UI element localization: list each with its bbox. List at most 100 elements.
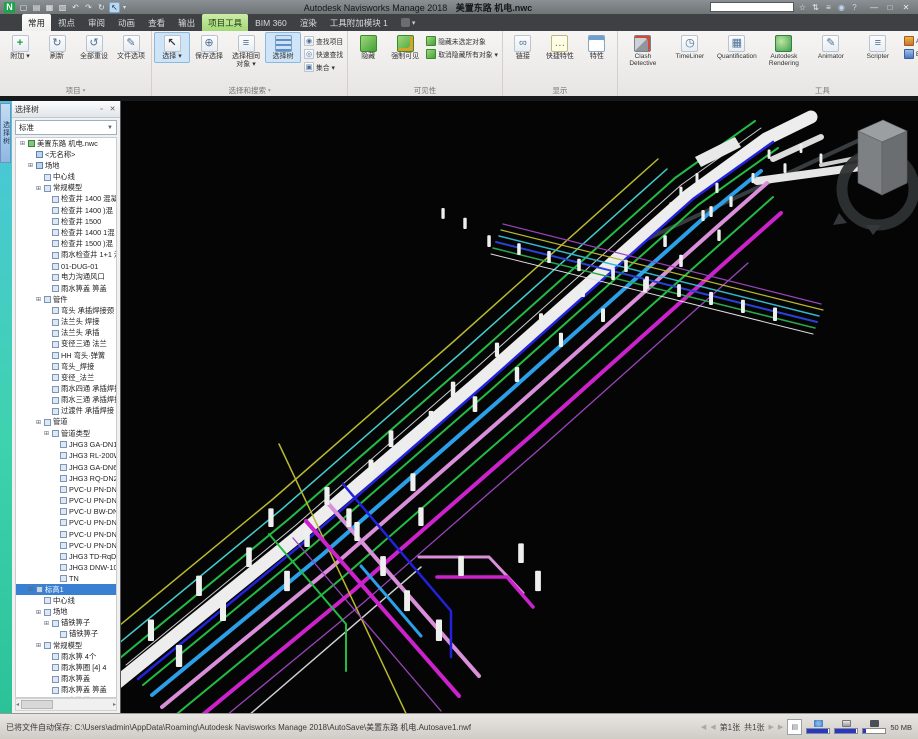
tree-horizontal-scrollbar[interactable]: ◂ ▸ bbox=[15, 698, 117, 711]
clash-detective-button[interactable]: Clash Detective bbox=[620, 32, 666, 70]
tree-item[interactable]: 法兰头 焊接 bbox=[16, 317, 116, 328]
tree-item[interactable]: 检查井 1400 )混 bbox=[16, 205, 116, 216]
tree-item[interactable]: PVC-U PN-DN250 bbox=[16, 540, 116, 551]
scrollbar-thumb[interactable] bbox=[21, 700, 53, 709]
unhide-all-button[interactable]: 取消隐藏所有对象 ▾ bbox=[426, 49, 498, 59]
tree-item[interactable]: 电力沟通风口 bbox=[16, 272, 116, 283]
tab-6[interactable]: 输出 bbox=[172, 14, 201, 31]
tree-item[interactable]: <无名称> bbox=[16, 149, 116, 160]
tab-9[interactable]: 渲染 bbox=[294, 14, 323, 31]
require-button[interactable]: 强制可见 bbox=[387, 32, 423, 63]
scroll-left-icon[interactable]: ◂ bbox=[16, 701, 19, 708]
tab-10[interactable]: 工具附加模块 1 bbox=[324, 14, 394, 31]
sheet-browser-button[interactable]: ▤ bbox=[787, 719, 802, 735]
tab-2[interactable]: 视点 bbox=[52, 14, 81, 31]
tab-7[interactable]: 项目工具 bbox=[202, 14, 248, 31]
save-icon[interactable]: ▦ bbox=[44, 2, 55, 13]
batch-utility-button[interactable]: Batch Utility bbox=[904, 49, 918, 59]
expand-icon[interactable]: ⊞ bbox=[35, 419, 42, 426]
search-input[interactable] bbox=[710, 2, 794, 12]
quick-properties-button[interactable]: …快捷特性 bbox=[542, 32, 578, 63]
selection-tree-button[interactable]: 选择树 bbox=[265, 32, 301, 63]
tree-item[interactable]: ⊞常规模型 bbox=[16, 183, 116, 194]
expand-icon[interactable]: ⊞ bbox=[35, 296, 42, 303]
expand-icon[interactable]: ⊞ bbox=[27, 162, 34, 169]
tree-item[interactable]: 法兰头 承插 bbox=[16, 328, 116, 339]
find-items-button[interactable]: ◉查找项目 bbox=[304, 36, 343, 46]
tree-item[interactable]: PVC-U PN-DN800 bbox=[16, 517, 116, 528]
qat-caret-icon[interactable]: ▾ bbox=[123, 4, 126, 11]
tree-item[interactable]: 检查井 1400 1混 bbox=[16, 227, 116, 238]
tab-5[interactable]: 查看 bbox=[142, 14, 171, 31]
tree-item[interactable]: JHG3 RQ-DN200 bbox=[16, 473, 116, 484]
quantification-button[interactable]: ▦Quantification bbox=[714, 32, 760, 62]
tree-item[interactable]: JHG3 RL-200W bbox=[16, 450, 116, 461]
tree-item[interactable]: 雨水四通 承插焊接 bbox=[16, 383, 116, 394]
tree-item[interactable]: 雨水检查井 1+1 混 bbox=[16, 250, 116, 261]
animator-button[interactable]: ✎Animator bbox=[808, 32, 854, 62]
hide-button[interactable]: 隐藏 bbox=[350, 32, 386, 63]
first-sheet-icon[interactable]: ◀ bbox=[701, 723, 706, 731]
tab-8[interactable]: BIM 360 bbox=[249, 14, 293, 31]
tree-item[interactable]: PVC-U BW-DN500 bbox=[16, 506, 116, 517]
expand-icon[interactable]: ⊞ bbox=[35, 609, 42, 616]
tree-item[interactable]: ⊞美置东路 机电.nwc bbox=[16, 138, 116, 149]
tree-item[interactable]: 雨水箅盖 箅盖 bbox=[16, 283, 116, 294]
tree-item[interactable]: JHG3 TD-RqDN bbox=[16, 551, 116, 562]
scroll-right-icon[interactable]: ▸ bbox=[113, 701, 116, 708]
tree-item[interactable]: PVC-U PN-DN600 bbox=[16, 495, 116, 506]
expand-icon[interactable]: ⊞ bbox=[43, 430, 50, 437]
selection-tree-vertical-tab[interactable]: 选择树 bbox=[0, 103, 11, 163]
append-button[interactable]: +附加 ▾ bbox=[2, 32, 38, 63]
tab-4[interactable]: 动画 bbox=[112, 14, 141, 31]
tree-item[interactable]: 检查井 1500 bbox=[16, 216, 116, 227]
tab-1[interactable]: 常用 bbox=[22, 14, 51, 31]
scripter-button[interactable]: ≡Scripter bbox=[855, 32, 901, 62]
restore-button[interactable]: □ bbox=[882, 1, 898, 13]
tree-item[interactable]: HH 弯头·弹簧 bbox=[16, 350, 116, 361]
group-label-项目[interactable]: 项目▾ bbox=[2, 85, 149, 96]
tree-item[interactable]: 雨水箅盖 箅盖 bbox=[16, 685, 116, 696]
ribbon-options-button[interactable]: ▾ bbox=[395, 14, 422, 31]
favorites-icon[interactable]: ☆ bbox=[797, 2, 808, 13]
tree-item[interactable]: ⊞管件 bbox=[16, 294, 116, 305]
next-sheet-icon[interactable]: ▶ bbox=[769, 723, 774, 731]
tree-item[interactable]: ⊞管道类型 bbox=[16, 428, 116, 439]
hide-unselected-button[interactable]: 隐藏未选定对象 bbox=[426, 36, 498, 46]
expand-icon[interactable]: ⊞ bbox=[35, 642, 42, 649]
tree-item[interactable]: TN bbox=[16, 573, 116, 584]
refresh-button[interactable]: ↻刷新 bbox=[39, 32, 75, 63]
select-icon[interactable]: ↖ bbox=[109, 2, 120, 13]
tree-item[interactable]: 变径三通 法兰 bbox=[16, 339, 116, 350]
tree-item[interactable]: 01-DUG-01 bbox=[16, 261, 116, 272]
tree-item[interactable]: 检查井 1500 )混 bbox=[16, 238, 116, 249]
appearance-profiler-button[interactable]: Appearance Profiler bbox=[904, 36, 918, 46]
help-icon[interactable]: ? bbox=[849, 2, 860, 13]
undo-icon[interactable]: ↶ bbox=[70, 2, 81, 13]
tree-item[interactable]: 弯头 承插焊接颈 bbox=[16, 305, 116, 316]
tree-item[interactable]: ⊞场地 bbox=[16, 160, 116, 171]
prev-sheet-icon[interactable]: ◀ bbox=[710, 723, 715, 731]
expand-icon[interactable]: ⊞ bbox=[43, 620, 50, 627]
file-options-button[interactable]: ✎文件选项 bbox=[113, 32, 149, 63]
tree-item[interactable]: ⊞场地 bbox=[16, 607, 116, 618]
tree-item[interactable]: JHG3 GA-DN600 bbox=[16, 462, 116, 473]
a360-icon[interactable]: ◉ bbox=[836, 2, 847, 13]
tree-item[interactable]: 雨水箅盖 bbox=[16, 674, 116, 685]
tree-item[interactable]: 检查井 1400 混凝 bbox=[16, 194, 116, 205]
redo-icon[interactable]: ↷ bbox=[83, 2, 94, 13]
tree-item[interactable]: 变径_法兰 bbox=[16, 372, 116, 383]
panel-close-icon[interactable]: ✕ bbox=[108, 105, 117, 113]
sets-button[interactable]: ▣集合 ▾ bbox=[304, 62, 343, 72]
refresh-icon[interactable]: ↻ bbox=[96, 2, 107, 13]
tree-item[interactable]: 锚铁箅子 bbox=[16, 629, 116, 640]
expand-icon[interactable]: ⊞ bbox=[19, 140, 26, 147]
tree-item[interactable]: JHG3 GA-DN150 bbox=[16, 439, 116, 450]
timeliner-button[interactable]: ◷TimeLiner bbox=[667, 32, 713, 62]
minimize-button[interactable]: — bbox=[866, 1, 882, 13]
tree-item[interactable]: PVC-U PN-DN400 bbox=[16, 484, 116, 495]
apps-icon[interactable]: ≡ bbox=[823, 2, 834, 13]
tree-item[interactable]: 雨水箅 4个 bbox=[16, 651, 116, 662]
tree-item[interactable]: 中心线 bbox=[16, 171, 116, 182]
tree-item[interactable]: 过渡件 承插焊接 bbox=[16, 406, 116, 417]
